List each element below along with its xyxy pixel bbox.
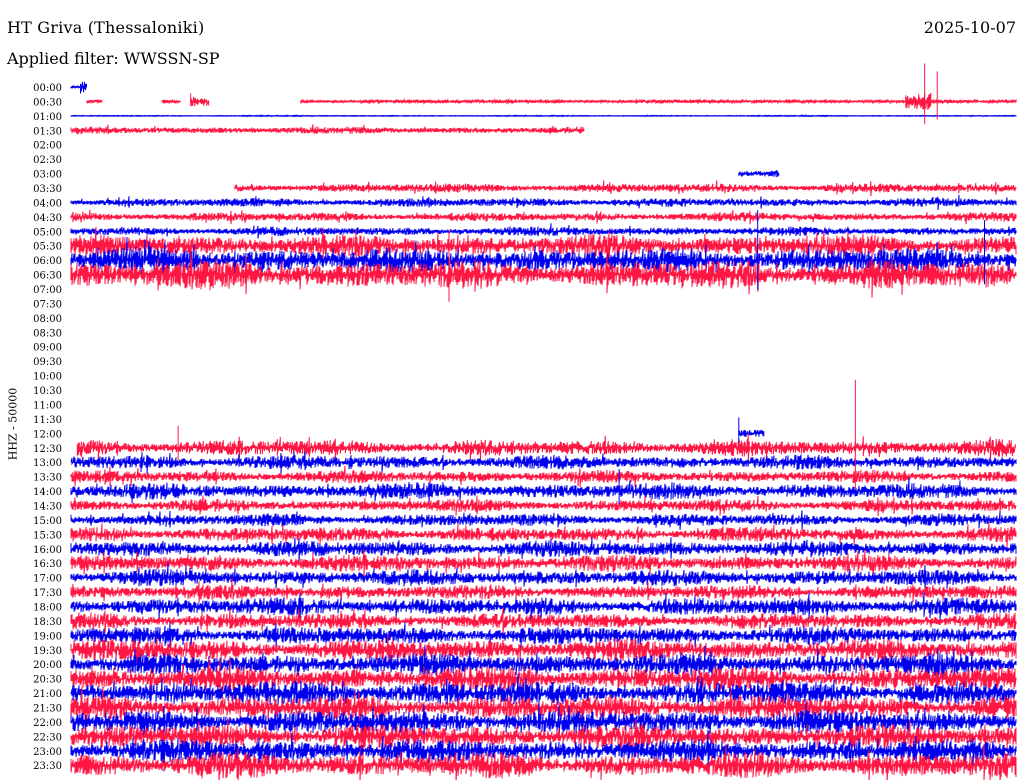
trace-row-1300 <box>70 450 1017 475</box>
row-tick-label: 10:30 <box>33 386 62 397</box>
row-tick-label: 09:30 <box>33 357 62 368</box>
row-tick-label: 03:30 <box>33 184 62 195</box>
trace-row-0030 <box>190 96 210 107</box>
row-tick-label: 04:00 <box>33 198 62 209</box>
trace-row-0400 <box>70 194 1017 211</box>
trace-row-1200 <box>738 429 765 437</box>
row-tick-label: 02:30 <box>33 155 62 166</box>
helicorder-plot: 00:00 00:30 01:00 01:30 02:00 02:30 03:00 03:30… <box>33 63 1017 780</box>
row-tick-label: 22:00 <box>33 718 62 729</box>
row-tick-label: 17:30 <box>33 588 62 599</box>
row-tick-label: 02:00 <box>33 141 62 152</box>
trace-row-0300 <box>738 169 780 178</box>
row-tick-label: 23:00 <box>33 747 62 758</box>
row-tick-label: 14:00 <box>33 487 62 498</box>
row-tick-label: 03:00 <box>33 170 62 181</box>
trace-row-1900 <box>70 622 1017 649</box>
row-tick-label: 04:30 <box>33 213 62 224</box>
row-tick-label: 00:30 <box>33 97 62 108</box>
trace-row-1500 <box>70 510 1017 530</box>
row-tick-label: 13:30 <box>33 473 62 484</box>
row-tick-label: 06:30 <box>33 271 62 282</box>
row-tick-label: 01:00 <box>33 112 62 123</box>
row-tick-label: 07:30 <box>33 299 62 310</box>
row-tick-label: 16:00 <box>33 545 62 556</box>
row-tick-label: 19:30 <box>33 646 62 657</box>
row-tick-label: 18:30 <box>33 617 62 628</box>
row-tick-label: 10:00 <box>33 372 62 383</box>
trace-row-1430 <box>70 495 1017 517</box>
row-tick-label: 08:00 <box>33 314 62 325</box>
row-tick-label: 12:00 <box>33 429 62 440</box>
trace-row-0100 <box>70 114 1017 118</box>
row-tick-label: 22:30 <box>33 732 62 743</box>
trace-row-0330 <box>234 180 1017 197</box>
trace-row-1330 <box>70 465 1017 488</box>
row-tick-label: 11:00 <box>33 400 62 411</box>
row-tick-label: 00:00 <box>33 83 62 94</box>
row-tick-label: 21:00 <box>33 689 62 700</box>
trace-row-0000 <box>80 81 87 94</box>
row-tick-label: 19:00 <box>33 631 62 642</box>
row-tick-label: 17:00 <box>33 574 62 585</box>
seismic-traces <box>70 63 1017 780</box>
row-tick-label: 18:00 <box>33 602 62 613</box>
trace-row-0030 <box>161 98 181 105</box>
row-tick-label: 05:30 <box>33 242 62 253</box>
row-tick-label: 01:30 <box>33 126 62 137</box>
trace-row-0130 <box>70 124 585 135</box>
row-tick-label: 15:00 <box>33 516 62 527</box>
row-tick-label: 08:30 <box>33 328 62 339</box>
row-tick-label: 05:00 <box>33 227 62 238</box>
row-tick-label: 11:30 <box>33 415 62 426</box>
trace-row-0030 <box>86 98 103 105</box>
row-tick-label: 13:00 <box>33 458 62 469</box>
trace-row-0500 <box>70 223 1017 239</box>
row-tick-label: 09:00 <box>33 343 62 354</box>
row-tick-label: 20:30 <box>33 675 62 686</box>
row-tick-label: 21:30 <box>33 703 62 714</box>
row-tick-label: 23:30 <box>33 761 62 772</box>
row-tick-labels: 00:00 00:30 01:00 01:30 02:00 02:30 03:00 03:30… <box>33 83 62 772</box>
row-tick-label: 06:00 <box>33 256 62 267</box>
row-tick-label: 07:00 <box>33 285 62 296</box>
trace-row-0030 <box>905 92 932 110</box>
row-tick-label: 12:30 <box>33 444 62 455</box>
trace-row-0430 <box>70 209 1017 225</box>
row-tick-label: 16:30 <box>33 559 62 570</box>
trace-row-1530 <box>70 522 1017 548</box>
row-tick-label: 14:30 <box>33 501 62 512</box>
row-tick-label: 15:30 <box>33 530 62 541</box>
row-tick-label: 20:00 <box>33 660 62 671</box>
